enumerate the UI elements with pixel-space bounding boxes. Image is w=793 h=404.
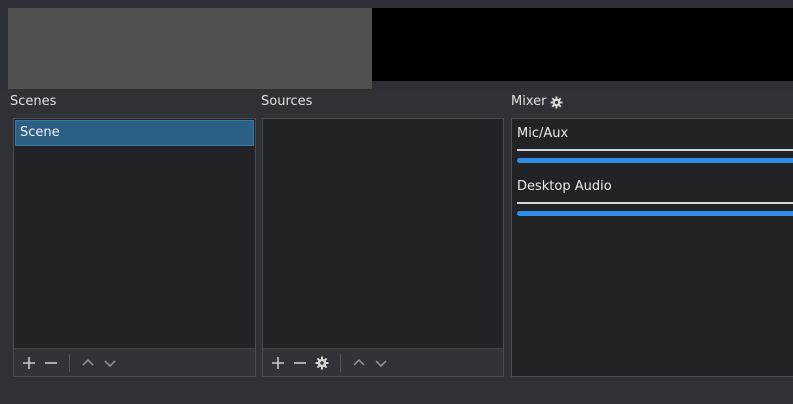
chevron-down-icon (104, 360, 116, 367)
volume-meter (517, 202, 793, 204)
volume-slider[interactable] (517, 158, 793, 163)
minus-icon (45, 361, 57, 364)
add-source-button[interactable] (269, 354, 287, 372)
chevron-up-icon (353, 358, 365, 365)
chevron-down-icon (375, 360, 387, 367)
gear-icon (550, 95, 564, 109)
scene-item[interactable]: Scene (15, 120, 254, 146)
mixer-track-name: Mic/Aux (517, 126, 569, 141)
sources-toolbar (263, 348, 503, 376)
mixer-track-desktop-audio: Desktop Audio (517, 179, 793, 216)
remove-source-button[interactable] (291, 354, 309, 372)
mixer-title-label: Mixer (511, 94, 547, 109)
sources-dock-title: Sources (261, 94, 313, 109)
minus-icon (294, 361, 306, 364)
mixer-track-name: Desktop Audio (517, 179, 612, 194)
mixer-settings-button[interactable] (550, 95, 564, 109)
move-scene-down-button[interactable] (101, 354, 119, 372)
move-source-down-button[interactable] (372, 354, 390, 372)
move-source-up-button[interactable] (350, 354, 368, 372)
scenes-list[interactable]: Scene (14, 119, 255, 348)
plus-icon (272, 356, 284, 369)
preview-background (8, 8, 372, 89)
sources-panel (262, 118, 504, 377)
mixer-dock-title: Mixer (511, 93, 564, 111)
preview-canvas[interactable] (372, 8, 793, 81)
toolbar-separator (69, 353, 70, 372)
sources-list[interactable] (263, 119, 503, 348)
scenes-dock-title: Scenes (10, 94, 57, 109)
mixer-panel: Mic/Aux Desktop Audio (511, 118, 793, 377)
source-properties-button[interactable] (313, 354, 331, 372)
obs-main-window: Scenes Scene Sources Mixer Mic/Aux Deskt… (0, 0, 793, 404)
plus-icon (23, 356, 35, 369)
remove-scene-button[interactable] (42, 354, 60, 372)
preview-area (0, 0, 793, 91)
volume-meter (517, 149, 793, 151)
mixer-track-mic-aux: Mic/Aux (517, 126, 793, 163)
scenes-toolbar (14, 348, 255, 376)
toolbar-separator (340, 353, 341, 372)
add-scene-button[interactable] (20, 354, 38, 372)
gear-icon (315, 356, 329, 369)
chevron-up-icon (82, 358, 94, 365)
move-scene-up-button[interactable] (79, 354, 97, 372)
scenes-panel: Scene (13, 118, 256, 377)
volume-slider[interactable] (517, 211, 793, 216)
